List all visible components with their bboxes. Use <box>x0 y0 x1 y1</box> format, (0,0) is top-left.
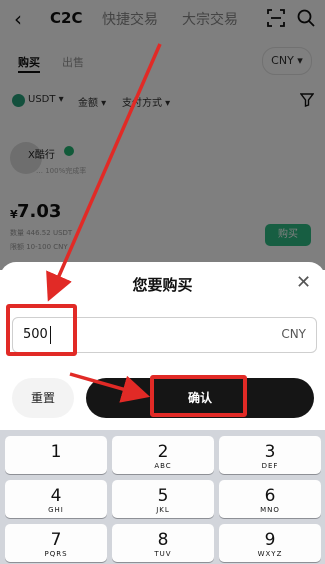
key-digit: 1 <box>50 442 62 462</box>
key-digit: 5 <box>157 486 169 506</box>
key-digit: 7 <box>50 530 62 550</box>
key-digit: 8 <box>157 530 169 550</box>
key-8[interactable]: 8 TUV <box>112 524 214 562</box>
key-letters: JKL <box>156 506 170 514</box>
key-letters: MNO <box>260 506 280 514</box>
amount-unit: CNY <box>281 327 306 341</box>
key-digit: 2 <box>157 442 169 462</box>
key-digit: 6 <box>264 486 276 506</box>
key-7[interactable]: 7 PQRS <box>5 524 107 562</box>
key-digit: 4 <box>50 486 62 506</box>
numeric-keypad: 1 2 ABC 3 DEF 4 GHI 5 JKL 6 MNO 7 PQRS 8 <box>0 430 325 564</box>
annotation-box-confirm <box>150 375 247 417</box>
modal-backdrop[interactable] <box>0 0 325 270</box>
key-9[interactable]: 9 WXYZ <box>219 524 321 562</box>
key-letters: GHI <box>48 506 64 514</box>
annotation-box-amount <box>6 304 77 356</box>
key-letters: PQRS <box>44 550 68 558</box>
sheet-title: 您要购买 <box>132 276 193 294</box>
key-3[interactable]: 3 DEF <box>219 436 321 474</box>
key-5[interactable]: 5 JKL <box>112 480 214 518</box>
key-letters: DEF <box>261 462 279 470</box>
key-letters: ABC <box>154 462 172 470</box>
key-2[interactable]: 2 ABC <box>112 436 214 474</box>
close-icon[interactable]: ✕ <box>296 272 311 293</box>
key-1[interactable]: 1 <box>5 436 107 474</box>
reset-button[interactable]: 重置 <box>12 378 74 418</box>
key-letters: WXYZ <box>257 550 283 558</box>
key-digit: 9 <box>264 530 276 550</box>
key-6[interactable]: 6 MNO <box>219 480 321 518</box>
key-letters: TUV <box>154 550 172 558</box>
key-4[interactable]: 4 GHI <box>5 480 107 518</box>
key-digit: 3 <box>264 442 276 462</box>
